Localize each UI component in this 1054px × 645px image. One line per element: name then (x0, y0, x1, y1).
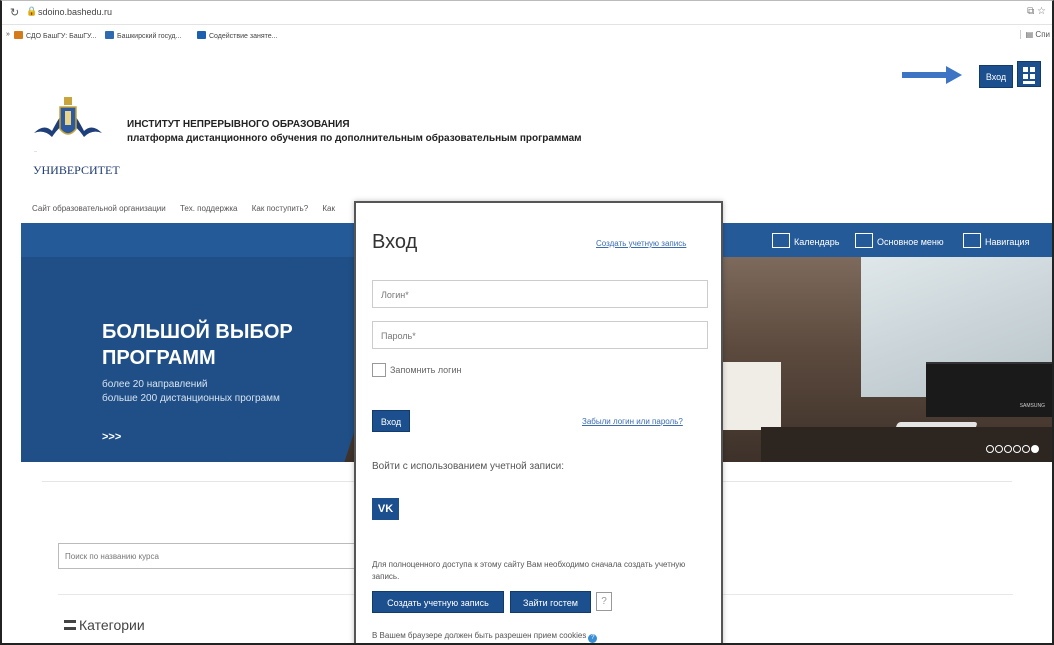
bookmark-sdo[interactable]: СДО БашГУ: БашГУ... (14, 31, 96, 40)
slider-dot[interactable] (1022, 445, 1030, 453)
header-login-button[interactable]: Вход (979, 65, 1013, 88)
bookmark-favicon-icon (14, 31, 23, 39)
hero-line1: более 20 направлений (102, 379, 208, 390)
institute-subtitle: платформа дистанционного обучения по доп… (127, 133, 582, 144)
lock-icon: 🔒 (26, 6, 38, 16)
nav-label: Основное меню (877, 237, 944, 247)
vk-login-button[interactable]: VK (372, 498, 399, 520)
slider-dot[interactable] (986, 445, 994, 453)
hero-tv-image: SAMSUNG (926, 362, 1052, 417)
university-word: УНИВЕРСИТЕТ (33, 163, 120, 177)
login-modal: Вход Создать учетную запись Логин* Парол… (354, 201, 723, 643)
login-title: Вход (372, 231, 418, 253)
cookies-note: В Вашем браузере должен быть разрешен пр… (372, 631, 598, 643)
cookies-text: В Вашем браузере должен быть разрешен пр… (372, 631, 587, 640)
nav-main-menu[interactable]: Основное меню (855, 233, 944, 248)
bookmark-label: СДО БашГУ: БашГУ... (26, 33, 97, 40)
nav-label: Календарь (794, 237, 840, 247)
navigation-icon (963, 233, 981, 248)
create-account-link[interactable]: Создать учетную запись (596, 239, 686, 248)
calendar-icon (772, 233, 790, 248)
browser-action-icons[interactable]: ⧉ ☆ (1027, 6, 1046, 17)
topnav-link[interactable]: Тех. поддержка (180, 204, 237, 213)
topnav-link[interactable]: Сайт образовательной организации (32, 204, 166, 213)
institute-title: ИНСТИТУТ НЕПРЕРЫВНОГО ОБРАЗОВАНИЯ (127, 119, 350, 130)
bookmarks-other[interactable]: ▤ Спи (1019, 30, 1050, 39)
guest-login-button[interactable]: Зайти гостем (510, 591, 591, 613)
arrow-pointer-icon (902, 66, 962, 84)
forgot-password-link[interactable]: Забыли логин или пароль? (582, 417, 683, 426)
address-bar: ↻ 🔒 sdoino.bashedu.ru ⧉ ☆ (2, 1, 1052, 25)
url-text[interactable]: sdoino.bashedu.ru (38, 7, 112, 17)
question-icon[interactable]: ? (588, 634, 598, 643)
logo-caption: — (34, 149, 37, 153)
bookmarks-other-label: Спи (1035, 30, 1050, 39)
topnav-link[interactable]: Как поступить? (252, 204, 308, 213)
bookmarks-arrow-icon[interactable]: » (6, 31, 10, 38)
slider-dot[interactable] (1031, 445, 1039, 453)
hero-title: БОЛЬШОЙ ВЫБОР ПРОГРАММ (102, 319, 293, 371)
apps-grid-icon[interactable] (1017, 61, 1041, 87)
hero-line2: больше 200 дистанционных программ (102, 393, 280, 404)
bookmarks-bar: » СДО БашГУ: БашГУ... Башкирский госуд..… (2, 25, 1052, 45)
topnav-link[interactable]: Как (322, 204, 335, 213)
reload-icon[interactable]: ↻ (10, 6, 19, 19)
categories-label: Категории (79, 617, 145, 633)
slider-dot[interactable] (1004, 445, 1012, 453)
remember-checkbox[interactable] (372, 363, 386, 377)
help-icon[interactable]: ? (596, 592, 612, 611)
list-icon (64, 620, 76, 630)
vk-icon: VK (377, 503, 394, 515)
nav-calendar[interactable]: Календарь (772, 233, 839, 248)
login-field[interactable]: Логин* (372, 280, 708, 308)
bookmark-label: Башкирский госуд... (117, 33, 182, 40)
hero-tv-label: SAMSUNG (1019, 403, 1045, 409)
categories-heading: Категории (64, 617, 145, 633)
slider-dot[interactable] (995, 445, 1003, 453)
menu-icon (855, 233, 873, 248)
signup-note: Для полноценного доступа к этому сайту В… (372, 560, 686, 581)
nav-navigation[interactable]: Навигация (963, 233, 1029, 248)
hero-title-line1: БОЛЬШОЙ ВЫБОР (102, 321, 293, 343)
bookmark-favicon-icon (105, 31, 114, 39)
bookmark-favicon-icon (197, 31, 206, 39)
bookmark-label: Содействие заняте... (209, 33, 278, 40)
login-submit-button[interactable]: Вход (372, 410, 410, 432)
slider-dot[interactable] (1013, 445, 1021, 453)
top-nav: Сайт образовательной организации Тех. по… (32, 204, 347, 213)
bookmark-employment[interactable]: Содействие заняте... (197, 31, 277, 40)
password-field[interactable]: Пароль* (372, 321, 708, 349)
create-account-button[interactable]: Создать учетную запись (372, 591, 504, 613)
hero-lamp-image (721, 362, 781, 430)
nav-label: Навигация (985, 237, 1030, 247)
slider-dots (986, 440, 1040, 458)
bookmark-bashgu[interactable]: Башкирский госуд... (105, 31, 181, 40)
hero-title-line2: ПРОГРАММ (102, 347, 216, 369)
remember-label: Запомнить логин (390, 365, 462, 375)
oauth-label: Войти с использованием учетной записи: (372, 461, 565, 472)
course-search-input[interactable]: Поиск по названию курса (58, 543, 358, 569)
hero-more-link[interactable]: >>> (102, 431, 121, 443)
page-frame: ↻ 🔒 sdoino.bashedu.ru ⧉ ☆ » СДО БашГУ: Б… (0, 0, 1054, 645)
